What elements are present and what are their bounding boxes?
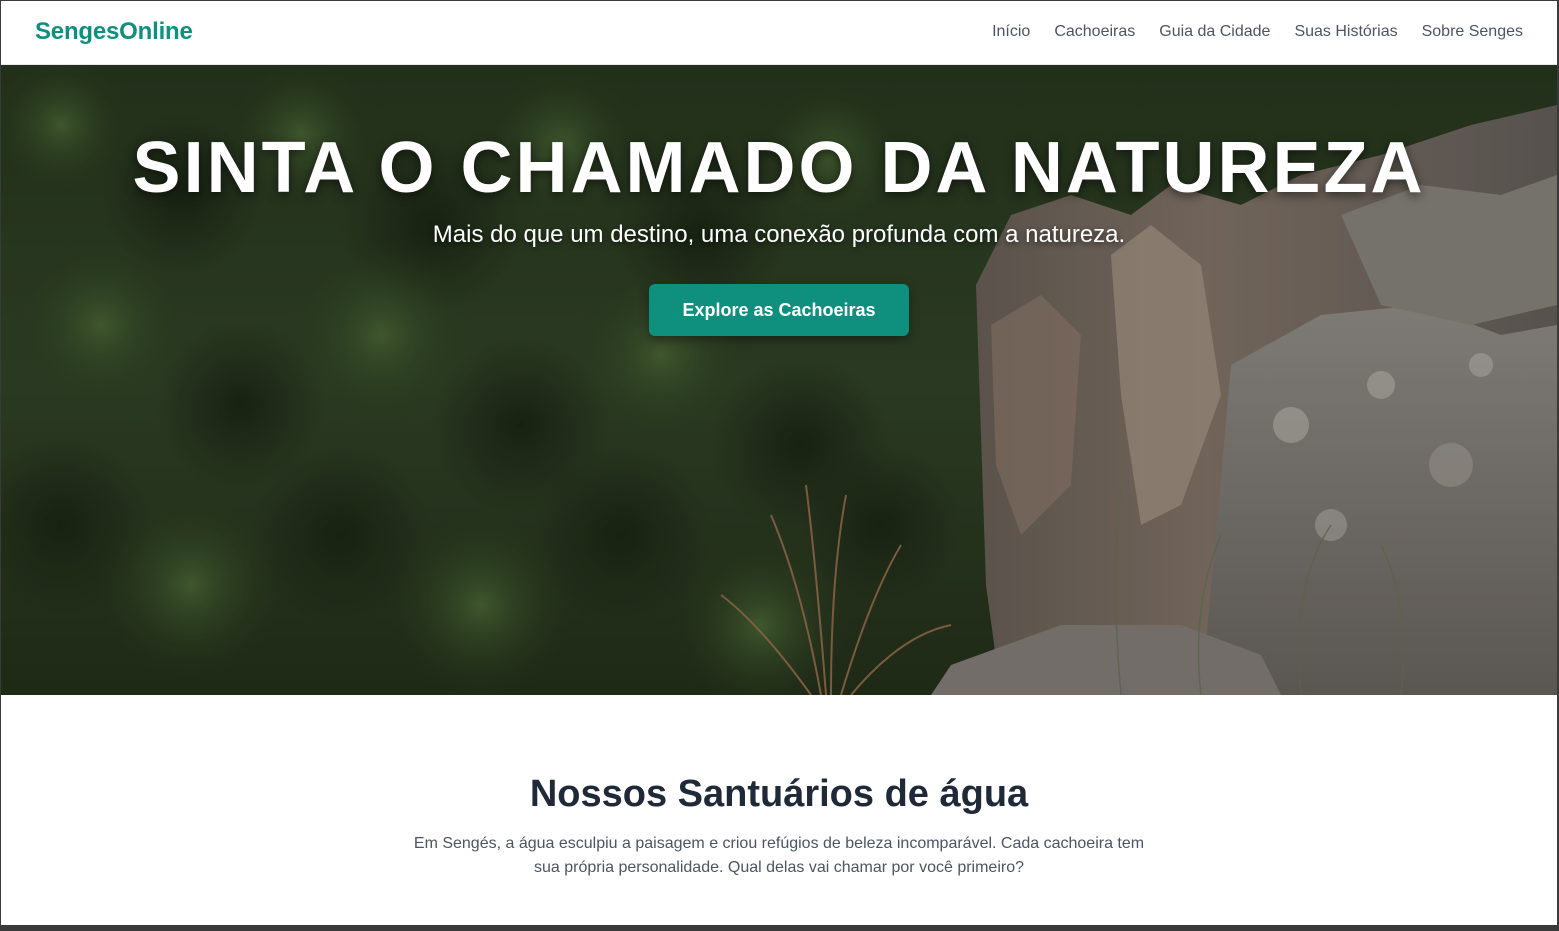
hero-subtitle: Mais do que um destino, uma conexão prof… <box>432 221 1126 248</box>
nav-link-suas-historias[interactable]: Suas Histórias <box>1294 23 1397 41</box>
nav-link-guia-da-cidade[interactable]: Guia da Cidade <box>1159 23 1270 41</box>
browser-viewport: SengesOnline Início Cachoeiras Guia da C… <box>1 1 1557 925</box>
section-title: Nossos Santuários de água <box>529 773 1029 815</box>
nav-link-sobre-senges[interactable]: Sobre Senges <box>1422 23 1523 41</box>
hero-title: SINTA O CHAMADO DA NATUREZA <box>132 128 1426 208</box>
nav-link-cachoeiras[interactable]: Cachoeiras <box>1054 23 1135 41</box>
navbar: SengesOnline Início Cachoeiras Guia da C… <box>1 1 1557 65</box>
main-nav: Início Cachoeiras Guia da Cidade Suas Hi… <box>992 23 1523 41</box>
sanctuaries-section: Nossos Santuários de água Em Sengés, a á… <box>1 695 1557 925</box>
hero-section: SINTA O CHAMADO DA NATUREZA Mais do que … <box>1 65 1557 695</box>
brand-logo-link[interactable]: SengesOnline <box>35 18 193 46</box>
explore-waterfalls-button[interactable]: Explore as Cachoeiras <box>649 284 909 336</box>
section-description: Em Sengés, a água esculpiu a paisagem e … <box>413 835 1145 876</box>
nav-link-inicio[interactable]: Início <box>992 23 1030 41</box>
